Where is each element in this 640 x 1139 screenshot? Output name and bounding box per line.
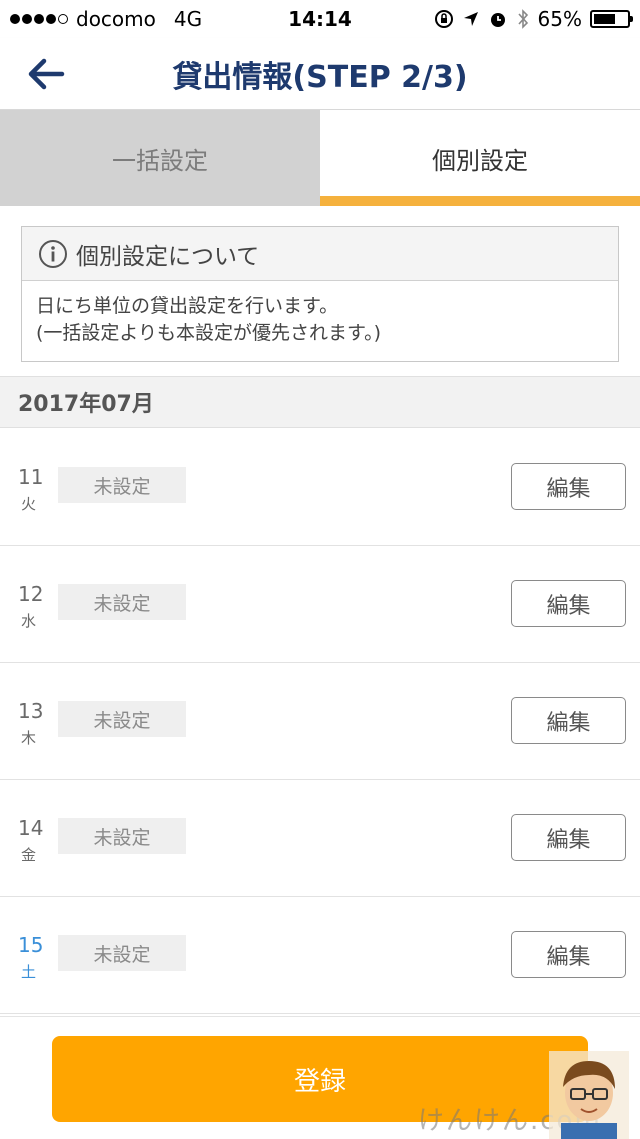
battery-percent: 65% [537,7,582,31]
status-badge: 未設定 [58,467,186,503]
month-header: 2017年07月 [0,376,640,428]
day-row: 11 火 未設定 編集 [0,429,640,546]
rotation-lock-icon [434,10,453,28]
nav-bar: 貸出情報(STEP 2/3) [0,38,640,110]
status-badge: 未設定 [58,935,186,971]
day-row: 15 土 未設定 編集 [0,897,640,1014]
tab-label: 個別設定 [432,146,528,175]
edit-button[interactable]: 編集 [511,814,626,861]
edit-button[interactable]: 編集 [511,697,626,744]
alarm-icon [490,13,505,27]
info-line: 日にち単位の貸出設定を行います。 [36,295,339,317]
battery-icon [590,10,633,28]
location-icon [463,12,478,26]
day-row: 12 水 未設定 編集 [0,546,640,663]
network-label: 4G [173,7,203,31]
status-right: 65% [434,7,633,31]
day-weekday: 火 [21,495,37,513]
day-number: 14 [18,816,44,840]
footer: 登録 けんけん.com [0,1016,640,1139]
tab-label: 一括設定 [112,146,208,175]
day-row: 14 金 未設定 編集 [0,780,640,897]
day-number: 13 [18,699,44,723]
day-row: 13 木 未設定 編集 [0,663,640,780]
status-badge: 未設定 [58,701,186,737]
edit-button[interactable]: 編集 [511,463,626,510]
status-badge: 未設定 [58,584,186,620]
status-bar: docomo 4G 14:14 65% [0,0,640,38]
day-number: 15 [18,933,44,957]
tab-bar: 一括設定 個別設定 [0,110,640,206]
info-header: 個別設定について [22,227,618,281]
info-body: 日にち単位の貸出設定を行います。 (一括設定よりも本設定が優先されます。) [22,281,618,359]
tab-bulk-settings[interactable]: 一括設定 [0,110,320,206]
info-icon [39,239,67,268]
day-number: 12 [18,582,44,606]
active-tab-indicator [320,196,640,206]
info-line: (一括設定よりも本設定が優先されます。) [36,322,382,344]
day-number: 11 [18,465,44,489]
edit-button[interactable]: 編集 [511,580,626,627]
signal-icon [10,14,68,24]
carrier-label: docomo [76,7,156,31]
avatar [549,1051,629,1139]
status-left: docomo 4G [10,7,202,31]
status-badge: 未設定 [58,818,186,854]
edit-button[interactable]: 編集 [511,931,626,978]
bluetooth-icon [517,9,528,29]
month-label: 2017年07月 [18,392,154,417]
day-weekday: 木 [21,729,37,747]
info-box: 個別設定について 日にち単位の貸出設定を行います。 (一括設定よりも本設定が優先… [21,226,619,362]
page-title: 貸出情報(STEP 2/3) [172,59,468,95]
info-title: 個別設定について [76,243,260,270]
day-weekday: 金 [21,846,37,864]
day-weekday: 水 [21,612,37,630]
back-button[interactable] [22,52,70,96]
tab-individual-settings[interactable]: 個別設定 [320,110,640,206]
day-weekday: 土 [21,963,37,981]
arrow-left-icon [28,58,65,90]
